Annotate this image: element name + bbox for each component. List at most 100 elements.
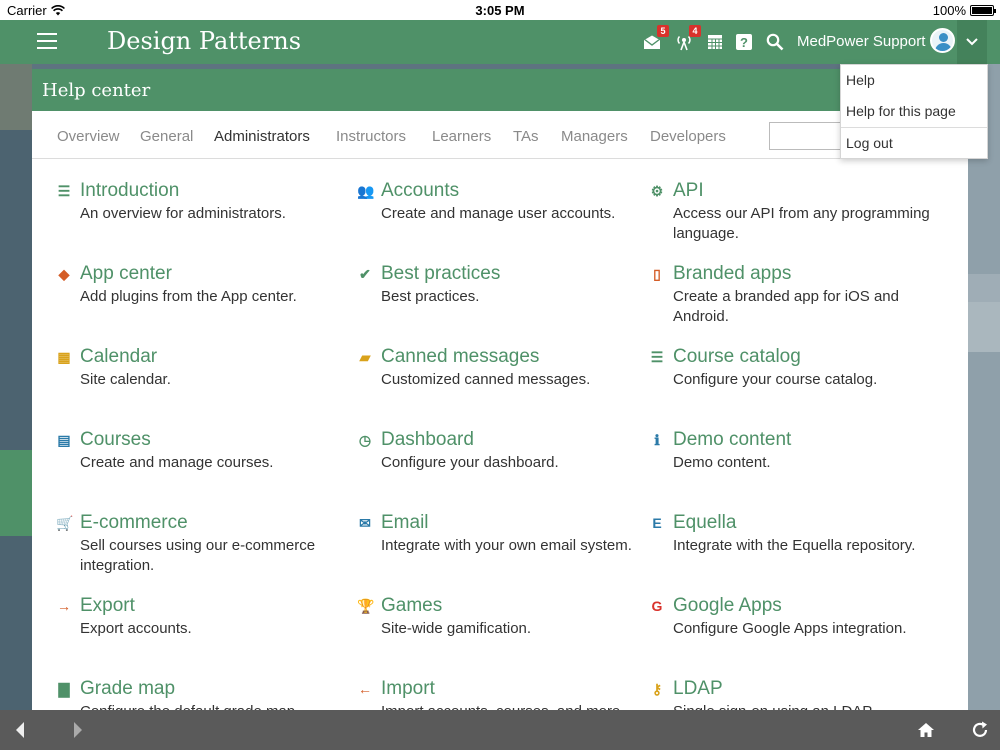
help-topic-description: Export accounts. [80, 620, 192, 637]
help-topic-link[interactable]: Equella [673, 512, 736, 534]
calendar-icon: ▦ [57, 349, 71, 365]
menu-item-help[interactable]: Help [846, 72, 875, 88]
broadcast-icon[interactable]: 4 [673, 25, 701, 53]
app-center-icon: ◆ [58, 266, 70, 282]
background-sidebar [0, 64, 32, 710]
avatar[interactable] [930, 28, 955, 53]
back-icon[interactable] [8, 718, 32, 742]
help-topic-link[interactable]: Calendar [80, 346, 157, 368]
list-icon: ☰ [57, 183, 71, 199]
tab-managers[interactable]: Managers [561, 128, 628, 145]
help-topic-link[interactable]: LDAP [673, 678, 723, 700]
help-topic-link[interactable]: E-commerce [80, 512, 188, 534]
background-strip [968, 274, 1000, 302]
menu-divider [841, 127, 987, 128]
background-content [968, 64, 1000, 710]
help-topic-description: Configure your course catalog. [673, 371, 878, 388]
app-header: Design Patterns 5 4 ? MedPower Support [0, 20, 1000, 64]
help-center-tabs: Overview General Administrators Instructors… [32, 111, 968, 159]
help-topic-link[interactable]: Demo content [673, 429, 791, 451]
help-topic-description: Add plugins from the App center. [80, 288, 297, 305]
help-topic-description: Create and manage user accounts. [381, 205, 616, 222]
help-center-title: Help center [32, 69, 968, 111]
background-selected-item [0, 450, 32, 536]
tab-developers[interactable]: Developers [650, 128, 726, 145]
shopping-cart-icon: 🛒 [56, 515, 74, 531]
user-dropdown-menu: Help Help for this page Log out [840, 64, 988, 159]
users-icon: 👥 [357, 183, 375, 199]
chat-bubbles-icon: ▰ [359, 349, 371, 365]
help-topic-link[interactable]: Games [381, 595, 442, 617]
status-bar: Carrier 3:05 PM 100% [0, 0, 1000, 20]
battery-fill [972, 7, 992, 14]
user-menu-toggle[interactable] [957, 20, 987, 64]
help-topic-description: Sell courses using our e-commerce integr… [80, 537, 316, 574]
help-topic-link[interactable]: Email [381, 512, 429, 534]
app-title: Design Patterns [107, 27, 302, 55]
tab-general[interactable]: General [140, 128, 193, 145]
equella-icon: E [652, 515, 662, 531]
chevron-down-icon [966, 38, 978, 46]
google-icon: G [651, 598, 663, 614]
help-topic-link[interactable]: Introduction [80, 180, 179, 202]
help-topic-description: Create and manage courses. [80, 454, 274, 471]
dashboard-clock-icon: ◷ [358, 432, 372, 448]
list-icon: ☰ [650, 349, 664, 365]
envelope-icon: ✉ [359, 515, 371, 531]
bar-chart-icon: ▇ [58, 681, 70, 697]
help-topic-link[interactable]: Best practices [381, 263, 500, 285]
help-topic-link[interactable]: Branded apps [673, 263, 791, 285]
help-topic-link[interactable]: App center [80, 263, 172, 285]
help-topic-description: Create a branded app for iOS and Android… [673, 288, 899, 325]
help-topic-link[interactable]: Courses [80, 429, 151, 451]
forward-icon[interactable] [66, 718, 90, 742]
tab-administrators[interactable]: Administrators [214, 128, 310, 145]
battery-icon [970, 5, 996, 16]
help-topic-link[interactable]: Dashboard [381, 429, 474, 451]
help-topic-description: Access our API from any programming lang… [673, 205, 930, 242]
menu-icon[interactable] [37, 33, 57, 49]
status-time: 3:05 PM [475, 3, 525, 18]
tab-instructors[interactable]: Instructors [336, 128, 406, 145]
arrow-left-icon: ← [358, 681, 372, 697]
help-topic-link[interactable]: Google Apps [673, 595, 782, 617]
mail-icon[interactable]: 5 [641, 25, 669, 53]
menu-item-log-out[interactable]: Log out [846, 135, 893, 151]
mobile-phone-icon: ▯ [653, 266, 661, 282]
help-topic-link[interactable]: Canned messages [381, 346, 539, 368]
tab-overview[interactable]: Overview [57, 128, 120, 145]
help-topic-link[interactable]: Course catalog [673, 346, 801, 368]
help-search-input[interactable] [769, 122, 849, 150]
key-icon: ⚷ [651, 681, 663, 697]
help-topic-link[interactable]: API [673, 180, 704, 202]
tab-learners[interactable]: Learners [432, 128, 491, 145]
user-name[interactable]: MedPower Support [797, 33, 925, 50]
arrow-right-icon: → [57, 598, 71, 614]
help-icon[interactable]: ? [733, 31, 755, 53]
checkmark-icon: ✔ [359, 266, 371, 282]
help-topic-description: Integrate with your own email system. [381, 537, 632, 554]
help-center-dialog: Help center Overview General Administrator… [32, 69, 968, 710]
help-topic-description: Site calendar. [80, 371, 171, 388]
help-topic-description: An overview for administrators. [80, 205, 286, 222]
browser-toolbar [0, 710, 1000, 750]
tab-tas[interactable]: TAs [513, 128, 539, 145]
help-topic-link[interactable]: Import [381, 678, 435, 700]
help-topic-description: Single sign-on using an LDAP. [673, 702, 943, 710]
help-topic-description: Import accounts, courses, and more. [381, 702, 651, 710]
refresh-icon[interactable] [968, 718, 992, 742]
trophy-icon: 🏆 [357, 598, 375, 614]
help-topic-description: Site-wide gamification. [381, 620, 532, 637]
help-topic-link[interactable]: Export [80, 595, 135, 617]
help-topic-description: Configure your dashboard. [381, 454, 559, 471]
background-strip [968, 302, 1000, 352]
home-icon[interactable] [914, 718, 938, 742]
calendar-icon[interactable] [704, 31, 726, 53]
search-icon[interactable] [764, 31, 786, 53]
help-topic-link[interactable]: Grade map [80, 678, 175, 700]
help-topic-link[interactable]: Accounts [381, 180, 459, 202]
status-bar-right: 100% [933, 3, 996, 18]
course-calendar-icon: ▤ [57, 432, 71, 448]
help-topic-description: Customized canned messages. [381, 371, 591, 388]
menu-item-help-for-page[interactable]: Help for this page [846, 103, 956, 119]
